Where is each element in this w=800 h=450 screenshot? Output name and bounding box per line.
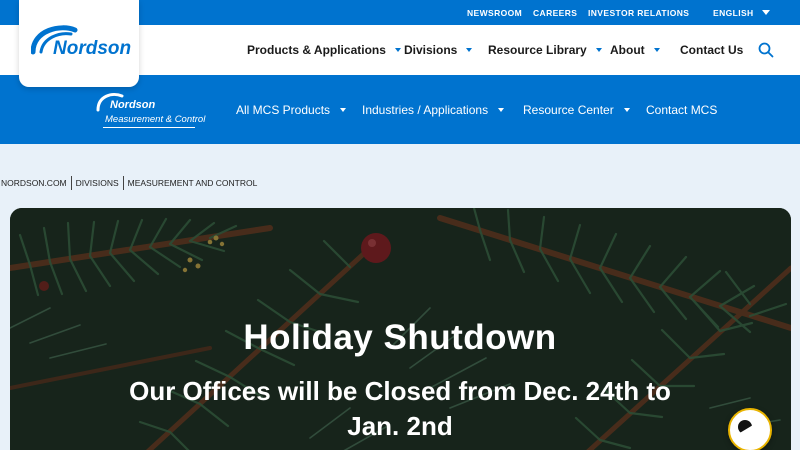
chat-bubble-icon — [738, 420, 752, 434]
utility-link-investor-relations[interactable]: INVESTOR RELATIONS — [588, 8, 689, 18]
nav-item-label: Divisions — [404, 43, 458, 57]
breadcrumb: NORDSON.COM DIVISIONS MEASUREMENT AND CO… — [0, 175, 261, 191]
nav-item-resource-library[interactable]: Resource Library — [488, 25, 602, 75]
subnav-item-all-mcs-products[interactable]: All MCS Products — [236, 75, 347, 144]
chevron-down-icon — [340, 107, 347, 112]
chevron-down-icon — [761, 10, 770, 15]
subnav-item-label: Industries / Applications — [362, 102, 489, 117]
subnav-item-label: All MCS Products — [236, 102, 331, 117]
divider — [103, 127, 195, 128]
nav-item-label: Products & Applications — [247, 43, 386, 57]
subnav-item-industries-applications[interactable]: Industries / Applications — [362, 75, 505, 144]
division-logo[interactable]: Nordson — [96, 90, 196, 132]
nav-item-label: Contact Us — [680, 43, 744, 57]
chevron-down-icon — [623, 107, 630, 112]
hero-subtitle: Our Offices will be Closed from Dec. 24t… — [129, 376, 671, 441]
nav-item-label: Resource Library — [488, 43, 587, 57]
utility-link-careers[interactable]: CAREERS — [533, 8, 577, 18]
nordson-logo[interactable]: Nordson — [19, 0, 139, 87]
division-logo-tagline: Measurement & Control — [105, 114, 206, 125]
utility-link-newsroom[interactable]: NEWSROOM — [467, 8, 522, 18]
language-selector[interactable]: ENGLISH — [713, 0, 770, 25]
chevron-down-icon — [498, 107, 505, 112]
breadcrumb-item-nordson[interactable]: NORDSON.COM — [0, 178, 71, 188]
nav-item-about[interactable]: About — [610, 25, 660, 75]
nav-item-products-applications[interactable]: Products & Applications — [247, 25, 401, 75]
language-label: ENGLISH — [713, 7, 754, 18]
subnav-item-label: Resource Center — [523, 102, 614, 117]
subnav-item-label: Contact MCS — [646, 102, 718, 117]
chevron-down-icon — [466, 48, 473, 52]
chevron-down-icon — [653, 48, 660, 52]
breadcrumb-item-current: MEASUREMENT AND CONTROL — [127, 178, 258, 188]
breadcrumb-item-divisions[interactable]: DIVISIONS — [72, 178, 123, 188]
nav-item-divisions[interactable]: Divisions — [404, 25, 473, 75]
nordson-swoosh-logo: Nordson — [31, 25, 131, 59]
nav-item-contact-us[interactable]: Contact Us — [680, 25, 743, 75]
search-icon[interactable] — [757, 41, 775, 59]
nav-item-label: About — [610, 43, 645, 57]
division-logo-wordmark: Nordson — [110, 99, 156, 111]
chat-icon[interactable] — [728, 408, 772, 450]
subnav-item-contact-mcs[interactable]: Contact MCS — [646, 75, 717, 144]
logo-wordmark: Nordson — [53, 38, 131, 59]
subnav-item-resource-center[interactable]: Resource Center — [523, 75, 630, 144]
hero-title: Holiday Shutdown — [243, 318, 557, 357]
chevron-down-icon — [394, 48, 401, 52]
chevron-down-icon — [595, 48, 602, 52]
